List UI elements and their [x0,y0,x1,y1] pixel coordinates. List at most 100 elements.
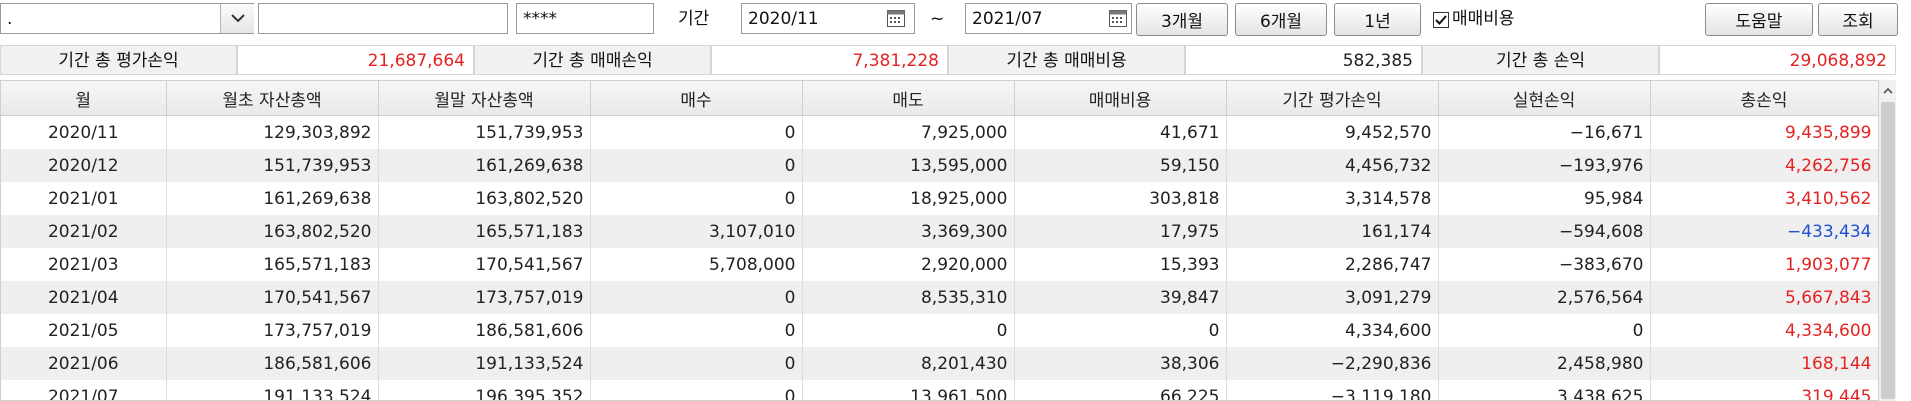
table-row[interactable]: 2021/01 161,269,638 163,802,520 0 18,925… [1,182,1878,215]
column-header-month[interactable]: 월 [1,81,167,116]
scroll-up-button[interactable] [1879,80,1897,100]
cell-sell: 0 [802,314,1015,347]
column-header-realized-pnl[interactable]: 실현손익 [1438,81,1651,116]
cell-realized-pnl: 95,984 [1438,182,1651,215]
calendar-icon [887,10,905,27]
cell-buy: 0 [590,149,803,182]
cell-sell: 13,961,500 [802,380,1015,400]
cell-begin-assets: 186,581,606 [166,347,379,380]
fee-checkbox-label: 매매비용 [1452,9,1515,29]
cell-total-pnl: 168,144 [1650,347,1878,380]
cell-month: 2021/06 [1,347,167,380]
cell-end-assets: 186,581,606 [378,314,591,347]
monthly-pnl-table: 월 월초 자산총액 월말 자산총액 매수 매도 매매비용 기간 평가손익 실현손… [1,81,1878,400]
table-row[interactable]: 2021/05 173,757,019 186,581,606 0 0 0 4,… [1,314,1878,347]
summary-fee-label: 기간 총 매매비용 [948,45,1185,75]
cell-end-assets: 191,133,524 [378,347,591,380]
monthly-pnl-grid: 월 월초 자산총액 월말 자산총액 매수 매도 매매비용 기간 평가손익 실현손… [0,80,1878,401]
calendar-icon [1109,10,1127,27]
summary-eval-label: 기간 총 평가손익 [0,45,237,75]
one-year-button-label: 1년 [1364,12,1391,32]
table-row[interactable]: 2021/03 165,571,183 170,541,567 5,708,00… [1,248,1878,281]
table-row[interactable]: 2020/12 151,739,953 161,269,638 0 13,595… [1,149,1878,182]
table-row[interactable]: 2020/11 129,303,892 151,739,953 0 7,925,… [1,115,1878,149]
help-button-label: 도움말 [1735,12,1783,32]
cell-trade-cost: 38,306 [1014,347,1227,380]
cell-sell: 8,535,310 [802,281,1015,314]
account-input[interactable]: . [0,3,254,34]
cell-begin-assets: 191,133,524 [166,380,379,400]
cell-end-assets: 170,541,567 [378,248,591,281]
cell-total-pnl: 5,667,843 [1650,281,1878,314]
cell-trade-cost: 17,975 [1014,215,1227,248]
column-header-trade-cost[interactable]: 매매비용 [1014,81,1227,116]
column-header-buy[interactable]: 매수 [590,81,803,116]
table-row[interactable]: 2021/07 191,133,524 196,395,352 0 13,961… [1,380,1878,400]
chevron-down-icon [230,14,245,23]
password-value: **** [523,9,557,29]
cell-eval-pnl: −2,290,836 [1226,347,1439,380]
help-button[interactable]: 도움말 [1705,3,1813,36]
cell-buy: 0 [590,314,803,347]
cell-sell: 13,595,000 [802,149,1015,182]
cell-trade-cost: 41,671 [1014,115,1227,149]
summary-fee-value: 582,385 [1185,45,1422,75]
vertical-scrollbar[interactable] [1878,80,1896,401]
cell-total-pnl: 1,903,077 [1650,248,1878,281]
cell-month: 2021/02 [1,215,167,248]
one-year-button[interactable]: 1년 [1334,3,1421,36]
cell-eval-pnl: 4,334,600 [1226,314,1439,347]
column-header-eval-pnl[interactable]: 기간 평가손익 [1226,81,1439,116]
account-input-value: . [7,9,13,29]
three-month-button[interactable]: 3개월 [1136,3,1228,36]
end-date-value: 2021/07 [972,9,1043,29]
checkbox-checked-icon[interactable] [1433,11,1449,28]
summary-eval-value: 21,687,664 [237,45,474,75]
query-button[interactable]: 조회 [1818,3,1898,36]
cell-realized-pnl: 3,438,625 [1438,380,1651,400]
cell-sell: 7,925,000 [802,115,1015,149]
column-header-begin-assets[interactable]: 월초 자산총액 [166,81,379,116]
cell-begin-assets: 151,739,953 [166,149,379,182]
cell-trade-cost: 303,818 [1014,182,1227,215]
cell-realized-pnl: −193,976 [1438,149,1651,182]
table-row[interactable]: 2021/06 186,581,606 191,133,524 0 8,201,… [1,347,1878,380]
column-header-sell[interactable]: 매도 [802,81,1015,116]
cell-begin-assets: 165,571,183 [166,248,379,281]
cell-buy: 0 [590,281,803,314]
cell-trade-cost: 15,393 [1014,248,1227,281]
query-button-label: 조회 [1842,12,1874,32]
fee-checkbox[interactable]: 매매비용 [1433,3,1515,36]
password-input[interactable]: **** [516,3,654,34]
cell-total-pnl: 4,262,756 [1650,149,1878,182]
cell-eval-pnl: 2,286,747 [1226,248,1439,281]
end-date-calendar-button[interactable] [1107,6,1129,30]
cell-begin-assets: 129,303,892 [166,115,379,149]
cell-trade-cost: 0 [1014,314,1227,347]
cell-sell: 8,201,430 [802,347,1015,380]
column-header-end-assets[interactable]: 월말 자산총액 [378,81,591,116]
table-body: 2020/11 129,303,892 151,739,953 0 7,925,… [1,115,1878,400]
table-row[interactable]: 2021/02 163,802,520 165,571,183 3,107,01… [1,215,1878,248]
cell-total-pnl: 319,445 [1650,380,1878,400]
table-row[interactable]: 2021/04 170,541,567 173,757,019 0 8,535,… [1,281,1878,314]
account-name-field [258,3,508,34]
cell-begin-assets: 161,269,638 [166,182,379,215]
cell-buy: 0 [590,347,803,380]
date-range-separator: ~ [930,9,945,29]
summary-total-label: 기간 총 손익 [1422,45,1659,75]
cell-realized-pnl: −594,608 [1438,215,1651,248]
scroll-thumb[interactable] [1881,102,1895,399]
six-month-button[interactable]: 6개월 [1235,3,1327,36]
column-header-total-pnl[interactable]: 총손익 [1650,81,1878,116]
six-month-button-label: 6개월 [1259,12,1303,32]
scroll-up-arrow-icon [1883,87,1893,94]
cell-end-assets: 151,739,953 [378,115,591,149]
start-date-calendar-button[interactable] [885,6,907,30]
cell-month: 2021/04 [1,281,167,314]
cell-end-assets: 165,571,183 [378,215,591,248]
cell-total-pnl: 9,435,899 [1650,115,1878,149]
cell-buy: 0 [590,182,803,215]
cell-realized-pnl: −383,670 [1438,248,1651,281]
account-dropdown-button[interactable] [220,4,254,33]
